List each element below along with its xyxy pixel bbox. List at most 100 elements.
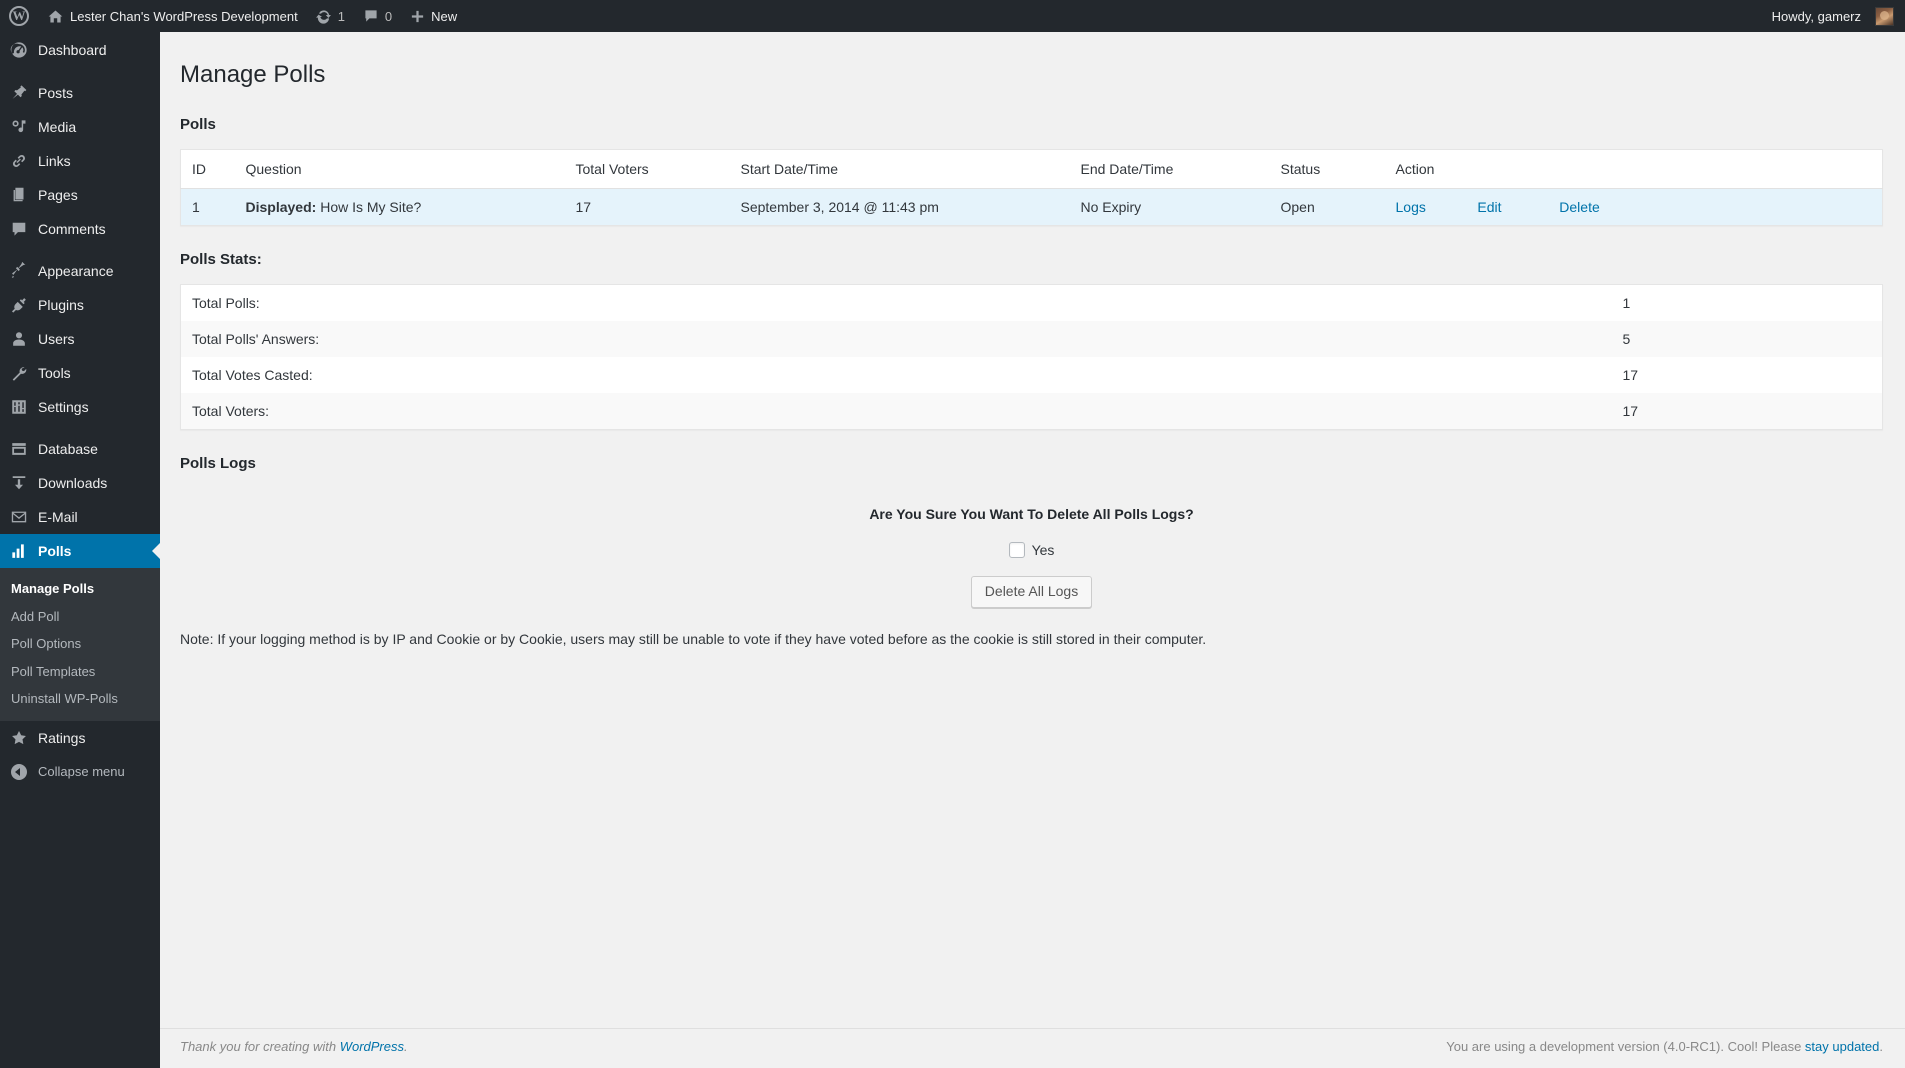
delete-logs-yes-label: Yes bbox=[1032, 542, 1055, 558]
stat-label-total-voters: Total Voters: bbox=[181, 393, 1613, 430]
sidebar-label-email: E-Mail bbox=[38, 510, 78, 524]
delete-logs-checkbox[interactable] bbox=[1009, 542, 1025, 558]
sidebar-item-database[interactable]: Database bbox=[0, 432, 160, 466]
sidebar-item-plugins[interactable]: Plugins bbox=[0, 288, 160, 322]
updates-count: 1 bbox=[338, 9, 345, 24]
submenu-link-add-poll[interactable]: Add Poll bbox=[0, 603, 160, 631]
sidebar-item-posts[interactable]: Posts bbox=[0, 76, 160, 110]
sidebar-link-links[interactable]: Links bbox=[0, 144, 160, 178]
submenu-link-poll-templates[interactable]: Poll Templates bbox=[0, 658, 160, 686]
cell-total-voters: 17 bbox=[566, 189, 731, 226]
sidebar-link-database[interactable]: Database bbox=[0, 432, 160, 466]
sidebar-item-email[interactable]: E-Mail bbox=[0, 500, 160, 534]
site-name-label: Lester Chan's WordPress Development bbox=[70, 10, 298, 23]
sidebar-item-appearance[interactable]: Appearance bbox=[0, 254, 160, 288]
footer-thanks-suffix: . bbox=[404, 1039, 408, 1054]
submenu-item-add-poll[interactable]: Add Poll bbox=[0, 603, 160, 631]
cell-status: Open bbox=[1271, 189, 1386, 226]
table-row: Total Polls: 1 bbox=[181, 285, 1883, 322]
poll-edit-link[interactable]: Edit bbox=[1477, 199, 1555, 215]
sidebar-item-links[interactable]: Links bbox=[0, 144, 160, 178]
sidebar-label-comments: Comments bbox=[38, 222, 106, 236]
sidebar-link-settings[interactable]: Settings bbox=[0, 390, 160, 424]
sidebar-link-dashboard[interactable]: Dashboard bbox=[0, 32, 160, 68]
polls-stats-heading: Polls Stats: bbox=[180, 251, 1883, 268]
submenu-item-poll-options[interactable]: Poll Options bbox=[0, 630, 160, 658]
poll-logs-link[interactable]: Logs bbox=[1396, 199, 1474, 215]
sidebar-link-posts[interactable]: Posts bbox=[0, 76, 160, 110]
site-name-button[interactable]: Lester Chan's WordPress Development bbox=[38, 0, 307, 32]
wp-logo-button[interactable]: W bbox=[0, 0, 38, 32]
footer-thanks-prefix: Thank you for creating with bbox=[180, 1039, 340, 1054]
admin-menu-list: Dashboard Posts Media bbox=[0, 32, 160, 789]
sidebar-item-tools[interactable]: Tools bbox=[0, 356, 160, 390]
sidebar-link-media[interactable]: Media bbox=[0, 110, 160, 144]
submenu-item-uninstall-wp-polls[interactable]: Uninstall WP-Polls bbox=[0, 685, 160, 713]
sidebar-link-plugins[interactable]: Plugins bbox=[0, 288, 160, 322]
my-account-button[interactable]: Howdy, gamerz bbox=[1763, 0, 1905, 32]
table-row[interactable]: 1 Displayed: How Is My Site? 17 Septembe… bbox=[181, 189, 1883, 226]
footer-version-text: You are using a development version (4.0… bbox=[1446, 1039, 1805, 1054]
stat-value-total-polls: 1 bbox=[1613, 285, 1883, 322]
sidebar-item-comments[interactable]: Comments bbox=[0, 212, 160, 246]
main-content: Manage Polls Polls ID Question Total Vot… bbox=[160, 32, 1905, 1068]
sidebar-item-settings[interactable]: Settings bbox=[0, 390, 160, 424]
admin-bar: W Lester Chan's WordPress Development 1 … bbox=[0, 0, 1905, 32]
delete-logs-block: Are You Sure You Want To Delete All Poll… bbox=[180, 506, 1883, 608]
polls-table-head: ID Question Total Voters Start Date/Time… bbox=[181, 150, 1883, 189]
sidebar-link-downloads[interactable]: Downloads bbox=[0, 466, 160, 500]
sidebar-link-tools[interactable]: Tools bbox=[0, 356, 160, 390]
comment-icon bbox=[9, 219, 29, 239]
stay-updated-link[interactable]: stay updated bbox=[1805, 1039, 1879, 1054]
sidebar-label-plugins: Plugins bbox=[38, 298, 84, 312]
sidebar-item-downloads[interactable]: Downloads bbox=[0, 466, 160, 500]
sidebar-label-appearance: Appearance bbox=[38, 264, 114, 278]
collapse-menu-link[interactable]: Collapse menu bbox=[0, 755, 160, 789]
stat-label-total-polls: Total Polls: bbox=[181, 285, 1613, 322]
sidebar-item-polls[interactable]: Polls bbox=[0, 534, 160, 568]
submenu-item-manage-polls[interactable]: Manage Polls bbox=[0, 575, 160, 603]
chart-bar-icon bbox=[9, 541, 29, 561]
submenu-link-poll-options[interactable]: Poll Options bbox=[0, 630, 160, 658]
footer-version: You are using a development version (4.0… bbox=[1446, 1039, 1883, 1054]
sidebar-item-users[interactable]: Users bbox=[0, 322, 160, 356]
user-icon bbox=[9, 329, 29, 349]
poll-delete-link[interactable]: Delete bbox=[1559, 199, 1599, 215]
sidebar-link-appearance[interactable]: Appearance bbox=[0, 254, 160, 288]
sliders-icon bbox=[9, 397, 29, 417]
sidebar-item-dashboard[interactable]: Dashboard bbox=[0, 32, 160, 68]
sidebar-link-email[interactable]: E-Mail bbox=[0, 500, 160, 534]
collapse-menu-button[interactable]: Collapse menu bbox=[0, 755, 160, 789]
database-icon bbox=[9, 439, 29, 459]
page-title: Manage Polls bbox=[180, 50, 1883, 94]
comments-button[interactable]: 0 bbox=[354, 0, 401, 32]
menu-separator bbox=[0, 246, 160, 254]
sidebar-item-pages[interactable]: Pages bbox=[0, 178, 160, 212]
delete-logs-note: Note: If your logging method is by IP an… bbox=[180, 631, 1883, 647]
cell-actions: Logs Edit Delete bbox=[1386, 189, 1883, 226]
delete-all-logs-button[interactable]: Delete All Logs bbox=[971, 576, 1092, 608]
submenu-item-poll-templates[interactable]: Poll Templates bbox=[0, 658, 160, 686]
stat-value-total-votes: 17 bbox=[1613, 357, 1883, 393]
sidebar-item-ratings[interactable]: Ratings bbox=[0, 721, 160, 755]
cell-start-date: September 3, 2014 @ 11:43 pm bbox=[731, 189, 1071, 226]
sidebar-link-comments[interactable]: Comments bbox=[0, 212, 160, 246]
new-content-button[interactable]: New bbox=[401, 0, 466, 32]
cell-end-date: No Expiry bbox=[1071, 189, 1271, 226]
menu-separator bbox=[0, 68, 160, 76]
delete-logs-confirm-row: Yes bbox=[180, 542, 1883, 558]
sidebar-link-pages[interactable]: Pages bbox=[0, 178, 160, 212]
table-row: Total Polls' Answers: 5 bbox=[181, 321, 1883, 357]
sidebar-item-media[interactable]: Media bbox=[0, 110, 160, 144]
sidebar-link-ratings[interactable]: Ratings bbox=[0, 721, 160, 755]
sidebar-label-posts: Posts bbox=[38, 86, 73, 100]
updates-button[interactable]: 1 bbox=[307, 0, 354, 32]
submenu-link-manage-polls[interactable]: Manage Polls bbox=[0, 575, 160, 603]
sidebar-label-database: Database bbox=[38, 442, 98, 456]
sidebar-link-polls[interactable]: Polls bbox=[0, 534, 160, 568]
wordpress-link[interactable]: WordPress bbox=[340, 1039, 404, 1054]
submenu-link-uninstall-wp-polls[interactable]: Uninstall WP-Polls bbox=[0, 685, 160, 713]
sidebar-link-users[interactable]: Users bbox=[0, 322, 160, 356]
comments-count: 0 bbox=[385, 9, 392, 24]
column-header-total-voters: Total Voters bbox=[566, 150, 731, 189]
